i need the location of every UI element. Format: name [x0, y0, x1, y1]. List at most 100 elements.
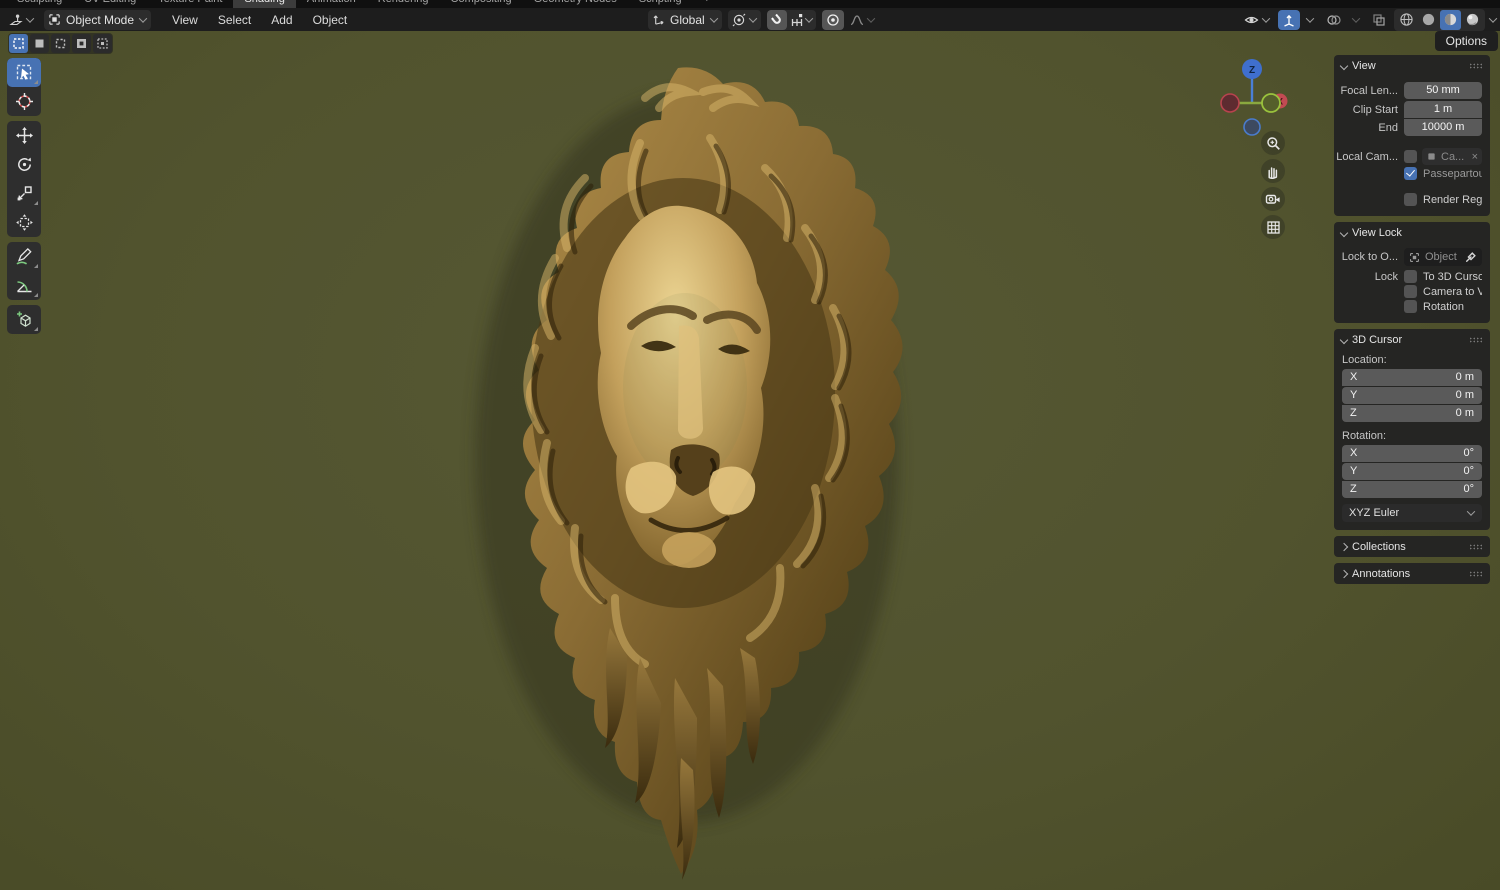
cursor-rotation-x-field[interactable]: X 0° [1342, 445, 1482, 462]
workspace-tab-texture-paint[interactable]: Texture Paint [147, 0, 233, 8]
menu-object[interactable]: Object [304, 10, 357, 30]
workspace-tab-compositing[interactable]: Compositing [440, 0, 523, 8]
pivot-point-icon [732, 13, 746, 27]
clip-end-field[interactable]: 10000 m [1404, 119, 1482, 136]
add-workspace-button[interactable]: + [693, 0, 721, 8]
panel-annotations-header[interactable]: Annotations [1334, 563, 1490, 584]
snap-settings-dropdown[interactable] [787, 10, 816, 30]
local-camera-selector[interactable]: Ca... × [1422, 148, 1482, 165]
passepartout-label: Passepartout [1423, 168, 1482, 180]
falloff-curve-icon [850, 13, 864, 27]
chevron-down-icon [1352, 14, 1360, 22]
options-button[interactable]: Options [1435, 31, 1498, 51]
grip-icon[interactable] [1469, 571, 1483, 577]
camera-to-view-checkbox[interactable] [1404, 285, 1417, 298]
select-mode-subtract[interactable] [51, 34, 70, 53]
select-mode-intersect[interactable] [93, 34, 112, 53]
clear-icon[interactable]: × [1472, 151, 1478, 163]
axis-value: 0 m [1456, 369, 1474, 386]
proportional-editing-toggle[interactable] [822, 10, 844, 30]
workspace-tab-sculpting[interactable]: Sculpting [6, 0, 73, 8]
panel-view-lock-header[interactable]: View Lock [1334, 222, 1490, 243]
editor-type-dropdown[interactable] [5, 10, 38, 30]
zoom-button[interactable] [1261, 131, 1285, 155]
show-gizmo-toggle[interactable] [1278, 10, 1300, 30]
local-camera-checkbox[interactable] [1404, 150, 1417, 163]
shading-rendered-button[interactable] [1462, 10, 1483, 30]
cursor-rotation-y-field[interactable]: Y 0° [1342, 463, 1482, 480]
cursor-rotation-z-field[interactable]: Z 0° [1342, 481, 1482, 498]
tool-add-cube[interactable] [7, 305, 41, 334]
tool-cursor[interactable] [7, 87, 41, 116]
focal-length-label: Focal Len... [1334, 85, 1398, 97]
chevron-down-icon [1467, 507, 1475, 515]
cursor-location-y-field[interactable]: Y 0 m [1342, 387, 1482, 404]
panel-3d-cursor-header[interactable]: 3D Cursor [1334, 329, 1490, 350]
proportional-falloff-dropdown[interactable] [846, 10, 879, 30]
gizmo-axis-x-neg-ball[interactable] [1221, 94, 1239, 112]
overlays-toggle[interactable] [1322, 10, 1346, 30]
cursor-location-z-field[interactable]: Z 0 m [1342, 405, 1482, 422]
viewport-3d[interactable]: Options [0, 31, 1500, 890]
panel-view-header[interactable]: View [1334, 55, 1490, 76]
viewport-header: Object Mode View Select Add Object Globa… [0, 8, 1500, 31]
menu-select[interactable]: Select [209, 10, 260, 30]
cursor-location-x-field[interactable]: X 0 m [1342, 369, 1482, 386]
focal-length-field[interactable]: 50 mm [1404, 82, 1482, 99]
tool-measure[interactable] [7, 271, 41, 300]
select-mode-invert[interactable] [72, 34, 91, 53]
shading-wireframe-button[interactable] [1396, 10, 1417, 30]
hand-icon [1266, 164, 1280, 179]
tool-select-box[interactable] [7, 58, 41, 87]
clip-start-field[interactable]: 1 m [1404, 101, 1482, 118]
snap-toggle[interactable] [767, 10, 787, 30]
workspace-tab-rendering[interactable]: Rendering [367, 0, 440, 8]
lock-to-3d-cursor-checkbox[interactable] [1404, 270, 1417, 283]
shading-material-button[interactable] [1440, 10, 1461, 30]
menu-add[interactable]: Add [262, 10, 301, 30]
xray-toggle[interactable] [1368, 10, 1390, 30]
lion-model[interactable] [435, 58, 927, 890]
lock-to-object-field[interactable]: Object [1404, 248, 1482, 266]
select-mode-set[interactable] [9, 34, 28, 53]
workspace-tab-geometry-nodes[interactable]: Geometry Nodes [523, 0, 628, 8]
panel-collections: Collections [1334, 536, 1490, 557]
workspace-tab-shading[interactable]: Shading [233, 0, 295, 8]
pivot-point-dropdown[interactable] [728, 10, 761, 30]
euler-order-dropdown[interactable]: XYZ Euler [1342, 504, 1482, 522]
grip-icon[interactable] [1469, 544, 1483, 550]
select-mode-extend[interactable] [30, 34, 49, 53]
tool-rotate[interactable] [7, 150, 41, 179]
lock-rotation-checkbox[interactable] [1404, 300, 1417, 313]
navigation-gizmo[interactable]: X Z [1212, 55, 1292, 141]
overlays-dropdown[interactable] [1348, 10, 1364, 30]
workspace-tab-scripting[interactable]: Scripting [628, 0, 693, 8]
shading-solid-button[interactable] [1418, 10, 1439, 30]
camera-view-button[interactable] [1261, 187, 1285, 211]
render-region-checkbox[interactable] [1404, 193, 1417, 206]
tool-move[interactable] [7, 121, 41, 150]
panel-collections-header[interactable]: Collections [1334, 536, 1490, 557]
select-invert-icon [75, 37, 88, 50]
menu-view[interactable]: View [163, 10, 207, 30]
grip-icon[interactable] [1469, 337, 1483, 343]
eyedropper-icon[interactable] [1465, 251, 1477, 263]
workspace-tab-uv-editing[interactable]: UV Editing [73, 0, 147, 8]
gizmo-settings-dropdown[interactable] [1302, 10, 1318, 30]
shading-dropdown-chevron[interactable] [1489, 14, 1497, 22]
tool-scale[interactable] [7, 179, 41, 208]
toolbar [7, 58, 41, 334]
grip-icon[interactable] [1469, 63, 1483, 69]
sidebar: View Focal Len... 50 mm Clip Start 1 m E… [1334, 55, 1490, 590]
transform-orientation-dropdown[interactable]: Global [648, 10, 722, 30]
passepartout-checkbox[interactable] [1404, 167, 1417, 180]
gizmo-axis-y-ball[interactable] [1262, 94, 1280, 112]
tool-annotate[interactable] [7, 242, 41, 271]
mode-selector[interactable]: Object Mode [44, 10, 151, 30]
visibility-dropdown[interactable] [1240, 10, 1274, 30]
perspective-toggle-button[interactable] [1261, 215, 1285, 239]
pan-button[interactable] [1261, 159, 1285, 183]
tool-transform[interactable] [7, 208, 41, 237]
gizmo-axis-z-neg-ball[interactable] [1244, 119, 1260, 135]
workspace-tab-animation[interactable]: Animation [296, 0, 367, 8]
